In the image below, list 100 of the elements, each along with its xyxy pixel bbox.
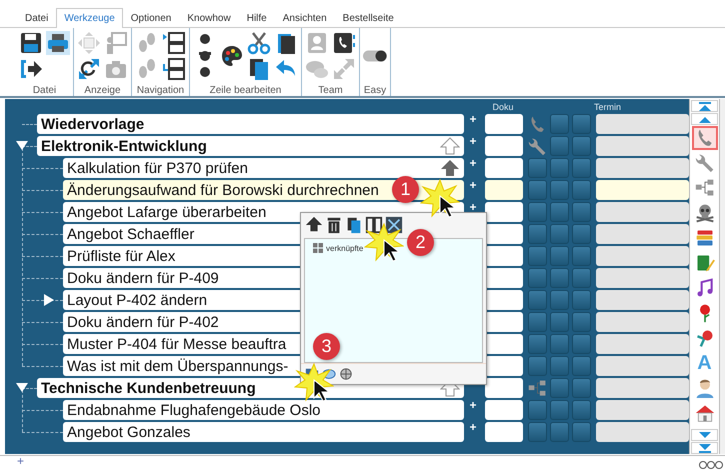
row-box[interactable]: Endabnahme Flughafengebäude Oslo <box>63 400 464 420</box>
tree-item[interactable]: verknüpfte <box>326 244 364 252</box>
expand-toggle[interactable] <box>44 294 56 306</box>
square-button[interactable] <box>550 268 570 288</box>
ribbon-tab[interactable]: Bestellseite <box>334 8 402 28</box>
doku-field[interactable] <box>485 356 524 376</box>
add-button[interactable]: + <box>467 180 480 191</box>
termin-field[interactable] <box>596 180 690 200</box>
square-button[interactable] <box>572 290 592 310</box>
scroll-up-button[interactable] <box>691 113 718 125</box>
termin-field[interactable] <box>596 224 690 244</box>
square-button[interactable] <box>550 422 570 442</box>
square-button[interactable] <box>528 334 548 354</box>
square-button[interactable] <box>572 114 592 134</box>
doku-field[interactable] <box>485 290 524 310</box>
toolbar-button[interactable] <box>365 216 383 234</box>
add-button[interactable]: + <box>467 422 480 433</box>
square-button[interactable] <box>550 202 570 222</box>
square-button[interactable] <box>572 136 592 156</box>
termin-field[interactable] <box>596 290 690 310</box>
termin-field[interactable] <box>596 136 690 156</box>
doku-field[interactable] <box>485 180 524 200</box>
doku-field[interactable] <box>485 114 524 134</box>
doku-field[interactable] <box>485 400 524 420</box>
ribbon-tab[interactable]: Datei <box>17 8 56 28</box>
square-button[interactable] <box>572 400 592 420</box>
square-button[interactable] <box>550 356 570 376</box>
square-button[interactable] <box>550 290 570 310</box>
add-button[interactable]: + <box>467 400 480 411</box>
doku-field[interactable] <box>485 224 524 244</box>
scroll-top-button[interactable] <box>691 100 718 112</box>
add-button[interactable]: + <box>467 202 480 213</box>
square-button[interactable] <box>572 180 592 200</box>
doku-field[interactable] <box>485 312 524 332</box>
doku-field[interactable] <box>485 422 524 442</box>
termin-field[interactable] <box>596 334 690 354</box>
termin-field[interactable] <box>596 378 690 398</box>
scroll-down-button[interactable] <box>691 429 718 441</box>
ribbon-tab[interactable]: Werkzeuge <box>56 8 123 28</box>
toolbar-button[interactable] <box>247 31 271 55</box>
square-button[interactable] <box>572 224 592 244</box>
square-button[interactable] <box>528 202 548 222</box>
square-button[interactable] <box>528 268 548 288</box>
square-button[interactable] <box>550 334 570 354</box>
square-button[interactable] <box>572 202 592 222</box>
doku-field[interactable] <box>485 202 524 222</box>
doku-field[interactable] <box>485 136 524 156</box>
toolbar-button[interactable] <box>305 216 323 234</box>
ribbon-tab[interactable]: Hilfe <box>238 8 275 28</box>
ribbon-tab[interactable]: Optionen <box>122 8 180 28</box>
square-button[interactable] <box>528 400 548 420</box>
doku-field[interactable] <box>485 378 524 398</box>
ribbon-tab[interactable]: Ansichten <box>274 8 335 28</box>
termin-field[interactable] <box>596 114 690 134</box>
square-button[interactable] <box>550 114 570 134</box>
toolbar-button[interactable] <box>162 31 186 55</box>
termin-field[interactable] <box>596 268 690 288</box>
termin-field[interactable] <box>596 422 690 442</box>
square-button[interactable] <box>528 224 548 244</box>
toolbar-button[interactable] <box>162 57 186 81</box>
scrollbar[interactable] <box>719 99 725 454</box>
square-button[interactable] <box>550 224 570 244</box>
square-button[interactable] <box>572 356 592 376</box>
toolbar-button[interactable] <box>19 57 43 81</box>
row-box[interactable]: Elektronik-Entwicklung <box>37 136 464 156</box>
toolbar-button[interactable] <box>46 31 70 55</box>
square-button[interactable] <box>572 378 592 398</box>
ribbon-tab[interactable]: Knowhow <box>179 8 239 28</box>
square-button[interactable] <box>528 290 548 310</box>
square-button[interactable] <box>550 378 570 398</box>
termin-field[interactable] <box>596 202 690 222</box>
termin-field[interactable] <box>596 400 690 420</box>
toolbar-button[interactable] <box>339 367 353 381</box>
square-button[interactable] <box>550 400 570 420</box>
square-button[interactable] <box>550 136 570 156</box>
square-button[interactable] <box>550 180 570 200</box>
square-button[interactable] <box>528 312 548 332</box>
toolbar-button[interactable] <box>385 216 403 234</box>
add-button[interactable]: + <box>467 158 480 169</box>
row-box[interactable]: Wiedervorlage <box>37 114 464 134</box>
square-button[interactable] <box>572 422 592 442</box>
scroll-bottom-button[interactable] <box>691 442 718 454</box>
add-button[interactable]: + <box>17 456 24 466</box>
toolbar-button[interactable] <box>19 31 43 55</box>
termin-field[interactable] <box>596 312 690 332</box>
square-button[interactable] <box>550 158 570 178</box>
doku-field[interactable] <box>485 268 524 288</box>
row-box[interactable]: Angebot Gonzales <box>63 422 464 442</box>
doku-field[interactable] <box>485 246 524 266</box>
doku-field[interactable] <box>485 158 524 178</box>
square-button[interactable] <box>528 422 548 442</box>
toolbar-button[interactable] <box>332 31 356 55</box>
row-box[interactable]: Kalkulation für P370 prüfen <box>63 158 464 178</box>
square-button[interactable] <box>528 180 548 200</box>
toolbar-button[interactable] <box>325 216 343 234</box>
toolbar-button[interactable] <box>345 216 363 234</box>
add-button[interactable]: + <box>467 114 480 125</box>
termin-field[interactable] <box>596 356 690 376</box>
square-button[interactable] <box>528 246 548 266</box>
termin-field[interactable] <box>596 246 690 266</box>
